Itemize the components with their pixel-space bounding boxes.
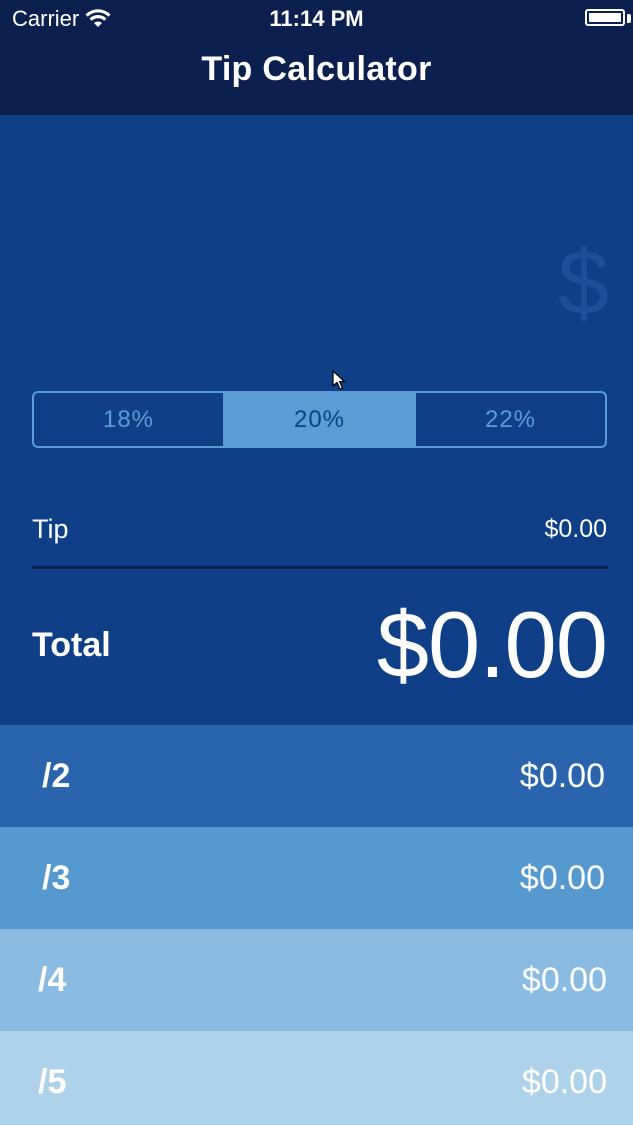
tip-label: Tip xyxy=(32,513,69,544)
mouse-cursor-icon xyxy=(332,370,346,390)
split-amount: $0.00 xyxy=(521,960,607,999)
battery-nub xyxy=(627,14,631,23)
status-time: 11:14 PM xyxy=(269,6,364,31)
top-bar: Carrier 11:14 PM Tip Calculator xyxy=(0,0,633,115)
split-row-3: /3 $0.00 xyxy=(0,827,633,929)
tip-option-20[interactable]: 20% xyxy=(223,393,414,446)
split-row-5: /5 $0.00 xyxy=(0,1031,633,1125)
tip-calculator-screen: Carrier 11:14 PM Tip Calculator 18% 20% … xyxy=(0,0,633,1125)
tip-amount: $0.00 xyxy=(544,514,607,543)
divider xyxy=(32,566,608,569)
battery-icon xyxy=(585,9,625,26)
tip-option-22[interactable]: 22% xyxy=(414,393,605,446)
split-row-2: /2 $0.00 xyxy=(0,725,633,827)
total-row: Total $0.00 xyxy=(32,585,608,705)
split-amount: $0.00 xyxy=(521,1062,607,1101)
bill-section: 18% 20% 22% Tip $0.00 Total $0.00 xyxy=(0,115,633,725)
split-row-4: /4 $0.00 xyxy=(0,929,633,1031)
bill-amount-input[interactable] xyxy=(32,233,609,333)
total-label: Total xyxy=(32,625,111,664)
split-label: /3 xyxy=(42,858,71,897)
tip-option-18[interactable]: 18% xyxy=(34,393,223,446)
split-label: /4 xyxy=(38,960,67,999)
total-amount: $0.00 xyxy=(376,592,608,697)
nav-title: Tip Calculator xyxy=(201,50,432,88)
tip-row: Tip $0.00 xyxy=(32,511,607,547)
split-amount: $0.00 xyxy=(519,756,605,795)
split-label: /2 xyxy=(42,756,71,795)
split-amount: $0.00 xyxy=(519,858,605,897)
split-label: /5 xyxy=(38,1062,67,1101)
tip-percentage-control: 18% 20% 22% xyxy=(32,391,607,448)
